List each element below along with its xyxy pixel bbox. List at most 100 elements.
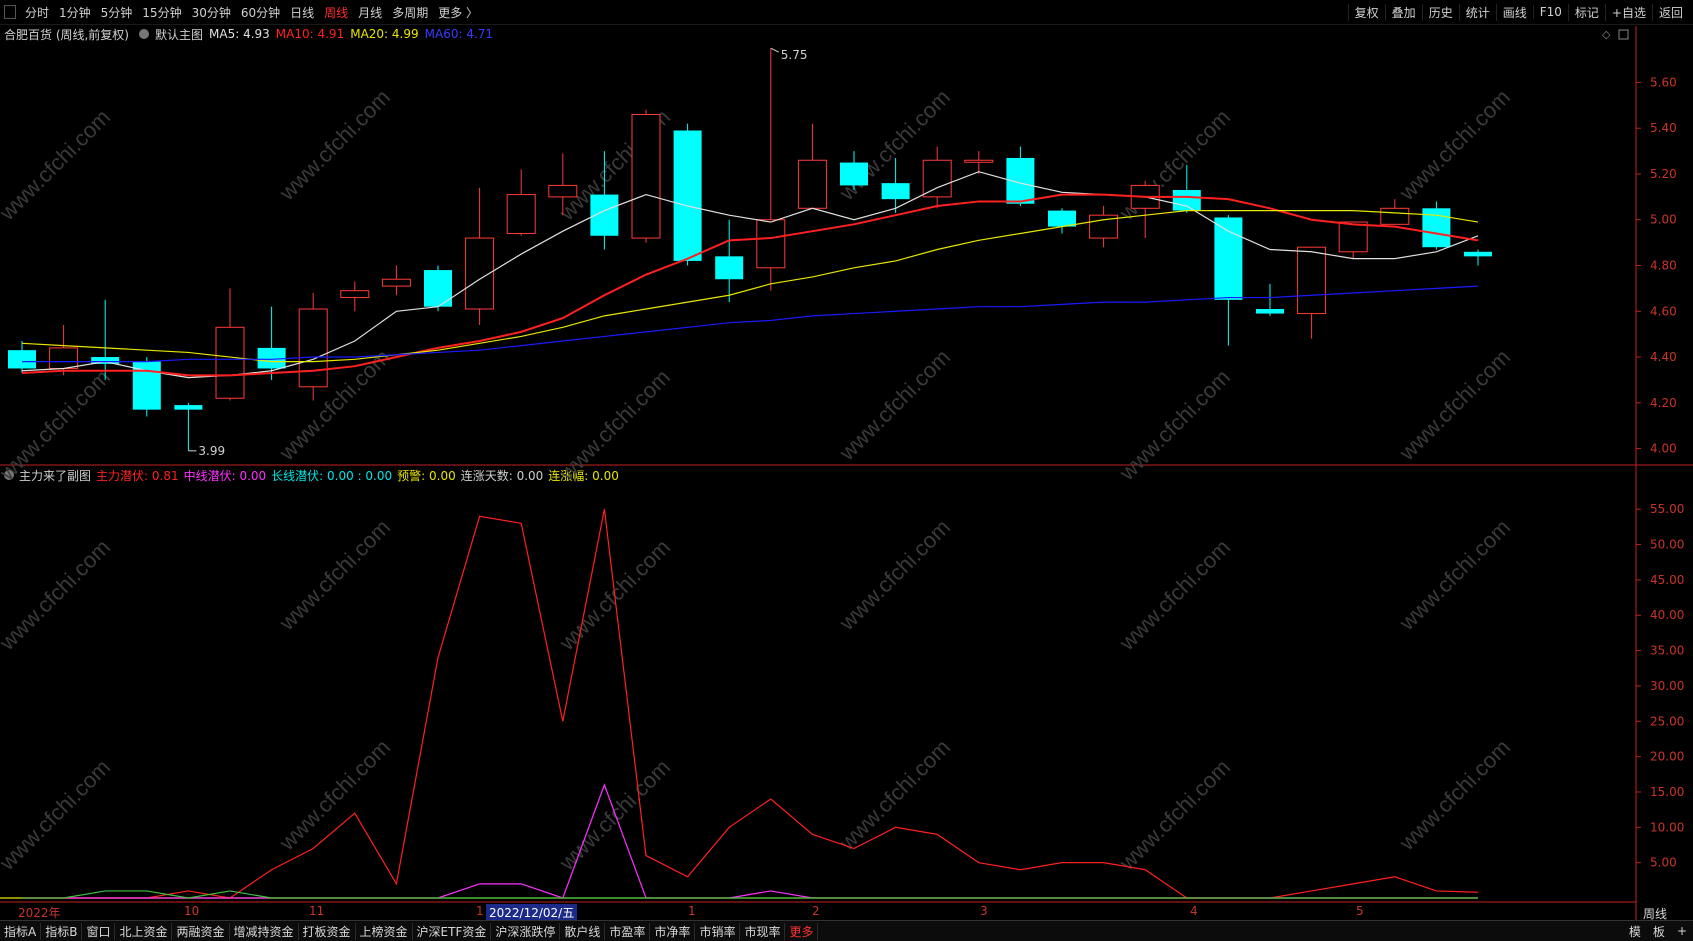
y-tick-label: 4.00	[1650, 442, 1677, 456]
sub-y-tick-label: 35.00	[1650, 644, 1684, 658]
y-tick-label: 4.40	[1650, 350, 1677, 364]
chart-canvas[interactable]: www.cfchi.com www.cfchi.com www.cfchi.com w…	[0, 0, 1693, 940]
date-tick-label: 11	[309, 904, 325, 918]
candle-body-up	[548, 184, 578, 198]
watermark-text: www.cfchi.com	[1114, 534, 1235, 655]
date-tick-label: 10	[184, 904, 200, 918]
y-tick-label: 4.80	[1650, 259, 1677, 273]
bottom-tab-11[interactable]: 市盈率	[605, 922, 651, 940]
candle-body-down	[8, 350, 36, 369]
candle-body-down	[1214, 217, 1243, 300]
sub-y-tick-label: 15.00	[1650, 785, 1684, 799]
watermark-text: www.cfchi.com	[834, 514, 955, 635]
candle-body-down	[257, 347, 286, 369]
sub-line-1	[22, 783, 1478, 899]
candle-body-up	[381, 278, 411, 287]
watermark-text: www.cfchi.com	[274, 84, 395, 205]
candle-body-down	[424, 270, 452, 307]
candle-body-up	[1297, 246, 1327, 315]
candle-body-up	[506, 194, 536, 234]
date-tick-label: 5	[1356, 904, 1364, 918]
bottom-tab-8[interactable]: 沪深ETF资金	[413, 922, 492, 940]
sub-y-tick-label: 10.00	[1650, 820, 1684, 834]
bottom-right-button-0[interactable]: 模	[1623, 923, 1647, 940]
watermark-text: www.cfchi.com	[274, 734, 395, 855]
bottom-tab-10[interactable]: 散户线	[560, 922, 606, 940]
candle-body-down	[840, 162, 868, 186]
bottom-tab-1[interactable]: 指标B	[41, 922, 83, 940]
sub-y-tick-label: 55.00	[1650, 502, 1684, 516]
bottom-tab-15[interactable]: 更多	[785, 922, 819, 940]
date-tick-label: 3	[980, 904, 988, 918]
watermark-text: www.cfchi.com	[274, 514, 395, 635]
bottom-tab-9[interactable]: 沪深涨跌停	[491, 922, 561, 940]
candle-body-up	[756, 219, 786, 269]
bottom-tab-4[interactable]: 两融资金	[172, 922, 230, 940]
date-tick-label: 1	[688, 904, 696, 918]
date-axis: 2022年 10 11 1 1 2 3 4 5 2022/12/02/五	[0, 904, 1636, 921]
candle-body-up	[298, 308, 328, 388]
sub-y-tick-label: 5.00	[1650, 856, 1677, 870]
watermark-text: www.cfchi.com	[1394, 514, 1515, 635]
bottom-tabs: 指标A 指标B 窗口 北上资金 两融资金 增减持资金 打板资金 上榜资金 沪深ETF资金 沪深涨跌…	[0, 922, 819, 940]
candle-body-down	[715, 256, 744, 280]
sub-y-tick-label: 20.00	[1650, 750, 1684, 764]
y-tick-label: 4.60	[1650, 304, 1677, 318]
sub-y-tick-label: 25.00	[1650, 714, 1684, 728]
high-marker-label: 5.75	[781, 48, 808, 62]
bottom-right-button-2[interactable]: +	[1671, 924, 1693, 938]
candle-body-up	[964, 159, 994, 163]
bottom-tab-14[interactable]: 市现率	[740, 922, 786, 940]
candle-body-down	[673, 130, 702, 261]
date-tick-label: 2022年	[18, 906, 61, 920]
candle-body-down	[1464, 251, 1492, 257]
candle-body-up	[215, 326, 245, 399]
diamond-icon: ◇	[1602, 28, 1611, 41]
watermark-text: www.cfchi.com	[554, 364, 675, 485]
candle-body-up	[922, 159, 952, 198]
watermark-text: www.cfchi.com	[1114, 364, 1235, 485]
y-tick-label: 4.20	[1650, 396, 1677, 410]
bottom-tab-5[interactable]: 增减持资金	[230, 922, 299, 940]
sub-y-tick-label: 45.00	[1650, 573, 1684, 587]
low-marker-label: 3.99	[198, 444, 225, 458]
bottom-tab-7[interactable]: 上榜资金	[356, 922, 413, 940]
watermark-text: www.cfchi.com	[0, 104, 115, 225]
sub-y-tick-label: 50.00	[1650, 538, 1684, 552]
bottom-tab-2[interactable]: 窗口	[82, 922, 116, 940]
candle-body-down	[881, 183, 910, 200]
date-tick-label: 4	[1190, 904, 1198, 918]
watermark-text: www.cfchi.com	[1394, 734, 1515, 855]
watermark-text: www.cfchi.com	[1394, 84, 1515, 205]
restore-icon	[1618, 29, 1629, 40]
watermark-text: www.cfchi.com	[834, 734, 955, 855]
bottom-tab-3[interactable]: 北上资金	[115, 922, 173, 940]
bottom-right-button-1[interactable]: 板	[1647, 923, 1671, 940]
watermark-text: www.cfchi.com	[834, 344, 955, 465]
sub-line-0	[22, 509, 1479, 899]
watermark-text: www.cfchi.com	[1114, 754, 1235, 875]
candle-body-up	[631, 113, 661, 239]
y-tick-label: 5.40	[1650, 121, 1677, 135]
sub-y-tick-label: 30.00	[1650, 679, 1684, 693]
watermark-text: www.cfchi.com	[0, 754, 115, 875]
watermark-text: www.cfchi.com	[1394, 344, 1515, 465]
watermark-text: www.cfchi.com	[554, 754, 675, 875]
bottom-tab-12[interactable]: 市净率	[650, 922, 696, 940]
candle-body-up	[1380, 207, 1410, 225]
candle-body-up	[797, 159, 827, 209]
y-tick-label: 5.00	[1650, 213, 1677, 227]
date-tick-label: 2	[812, 904, 820, 918]
y-tick-label: 5.20	[1650, 167, 1677, 181]
sub-y-tick-label: 40.00	[1650, 608, 1684, 622]
watermark-text: www.cfchi.com	[0, 534, 115, 655]
bottom-right-buttons: 模板 +	[1623, 921, 1693, 941]
candle-body-up	[49, 347, 79, 369]
date-tick-label: 1	[476, 904, 484, 918]
candle-body-down	[174, 405, 203, 410]
bottom-tab-13[interactable]: 市销率	[695, 922, 741, 940]
bottom-tab-0[interactable]: 指标A	[0, 922, 42, 940]
candle-body-up	[340, 290, 370, 299]
candle-body-up	[1338, 221, 1368, 253]
bottom-tab-6[interactable]: 打板资金	[299, 922, 356, 940]
